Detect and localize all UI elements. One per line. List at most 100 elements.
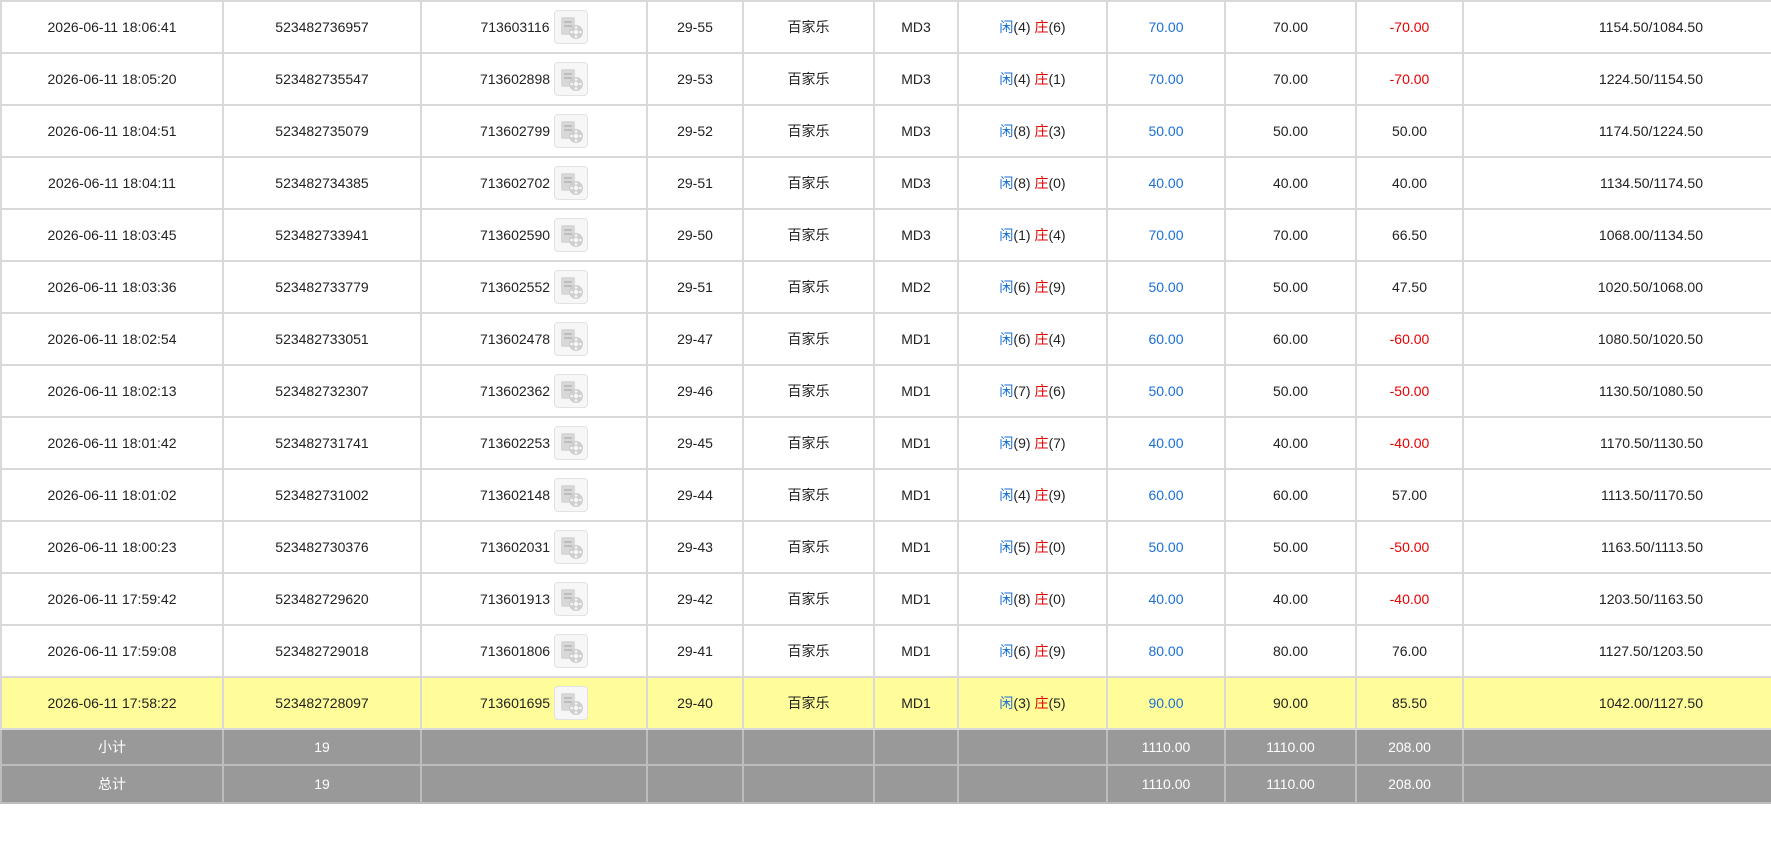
valid-bet: 60.00 (1224, 468, 1357, 522)
banker-points: (5) (1048, 695, 1066, 711)
win-loss: 57.00 (1355, 468, 1464, 522)
valid-bet: 70.00 (1224, 52, 1357, 106)
total-label: 总计 (0, 764, 224, 804)
result-cell: 闲(7) 庄(6) (957, 364, 1108, 418)
balance-before-after: 1154.50/1084.50 (1462, 0, 1771, 54)
player-points: (4) (1013, 19, 1031, 35)
subtotal-label: 小计 (0, 728, 224, 766)
bet-records-body: 2026-06-11 18:06:41 523482736957 713603116… (0, 0, 1771, 804)
bet-amount: 40.00 (1106, 156, 1226, 210)
bet-time: 2026-06-11 18:05:20 (0, 52, 224, 106)
result-cell: 闲(8) 庄(3) (957, 104, 1108, 158)
player-points: (8) (1013, 123, 1031, 139)
round-id: 713602702 (479, 175, 551, 191)
video-replay-icon[interactable] (554, 530, 589, 564)
room-code: MD1 (873, 364, 959, 418)
video-replay-icon[interactable] (554, 374, 589, 408)
player-label: 闲 (999, 331, 1014, 347)
round-id: 713603116 (480, 19, 550, 35)
video-replay-icon[interactable] (554, 322, 589, 356)
game-type: 百家乐 (742, 104, 875, 158)
table-number: 29-41 (646, 624, 744, 678)
banker-label: 庄 (1034, 331, 1049, 347)
room-code: MD2 (873, 260, 959, 314)
bet-records-table: 2026-06-11 18:06:41 523482736957 713603116… (0, 0, 1771, 804)
video-replay-icon[interactable] (554, 686, 589, 720)
valid-bet: 40.00 (1224, 572, 1357, 626)
room-code: MD3 (873, 0, 959, 54)
balance-before-after: 1224.50/1154.50 (1462, 52, 1771, 106)
bet-time: 2026-06-11 18:02:54 (0, 312, 224, 366)
round-id-cell: 713602552 (420, 260, 648, 314)
video-replay-icon[interactable] (554, 426, 589, 460)
bet-amount: 70.00 (1106, 208, 1226, 262)
video-replay-icon[interactable] (554, 114, 589, 148)
table-row: 2026-06-11 17:58:22 523482728097 713601695… (0, 676, 1771, 730)
room-code: MD3 (873, 104, 959, 158)
result-cell: 闲(6) 庄(9) (957, 260, 1108, 314)
total-win: 208.00 (1355, 764, 1464, 804)
video-replay-icon[interactable] (554, 478, 589, 512)
result-cell: 闲(4) 庄(6) (957, 0, 1108, 54)
game-type: 百家乐 (742, 312, 875, 366)
table-number: 29-55 (646, 0, 744, 54)
result-cell: 闲(8) 庄(0) (957, 572, 1108, 626)
video-replay-icon[interactable] (554, 62, 589, 96)
video-replay-icon[interactable] (554, 634, 589, 668)
bet-time: 2026-06-11 18:00:23 (0, 520, 224, 574)
video-replay-icon[interactable] (554, 166, 589, 200)
player-points: (5) (1013, 539, 1031, 555)
banker-label: 庄 (1034, 383, 1049, 399)
player-label: 闲 (999, 175, 1014, 191)
valid-bet: 40.00 (1224, 156, 1357, 210)
bet-time: 2026-06-11 17:59:08 (0, 624, 224, 678)
balance-before-after: 1163.50/1113.50 (1462, 520, 1771, 574)
banker-points: (0) (1048, 591, 1066, 607)
game-type: 百家乐 (742, 260, 875, 314)
table-number: 29-42 (646, 572, 744, 626)
bet-id: 523482728097 (222, 676, 422, 730)
valid-bet: 80.00 (1224, 624, 1357, 678)
bet-time: 2026-06-11 18:04:11 (0, 156, 224, 210)
banker-points: (7) (1048, 435, 1066, 451)
banker-points: (9) (1048, 643, 1066, 659)
game-type: 百家乐 (742, 156, 875, 210)
banker-label: 庄 (1034, 487, 1049, 503)
banker-label: 庄 (1034, 227, 1049, 243)
valid-bet: 70.00 (1224, 208, 1357, 262)
video-replay-icon[interactable] (554, 270, 589, 304)
bet-amount: 40.00 (1106, 572, 1226, 626)
video-replay-icon[interactable] (554, 218, 589, 252)
player-points: (6) (1013, 279, 1031, 295)
video-replay-icon[interactable] (553, 10, 588, 44)
valid-bet: 60.00 (1224, 312, 1357, 366)
game-type: 百家乐 (742, 0, 875, 54)
banker-points: (0) (1048, 539, 1066, 555)
video-replay-icon[interactable] (554, 582, 589, 616)
bet-id: 523482730376 (222, 520, 422, 574)
player-label: 闲 (999, 123, 1014, 139)
round-id: 713602898 (479, 71, 551, 87)
valid-bet: 90.00 (1224, 676, 1357, 730)
game-type: 百家乐 (742, 364, 875, 418)
table-row: 2026-06-11 18:06:41 523482736957 713603116… (0, 0, 1771, 54)
round-id-cell: 713601695 (420, 676, 648, 730)
round-id-cell: 713602478 (420, 312, 648, 366)
player-points: (4) (1013, 487, 1031, 503)
banker-label: 庄 (1034, 695, 1049, 711)
win-loss: -70.00 (1355, 52, 1464, 106)
bet-time: 2026-06-11 18:06:41 (0, 0, 224, 54)
result-cell: 闲(4) 庄(9) (957, 468, 1108, 522)
game-type: 百家乐 (742, 572, 875, 626)
table-number: 29-46 (646, 364, 744, 418)
win-loss: 66.50 (1355, 208, 1464, 262)
round-id-cell: 713602799 (420, 104, 648, 158)
result-cell: 闲(5) 庄(0) (957, 520, 1108, 574)
bet-time: 2026-06-11 18:03:45 (0, 208, 224, 262)
balance-before-after: 1068.00/1134.50 (1462, 208, 1771, 262)
win-loss: -40.00 (1355, 416, 1464, 470)
player-points: (3) (1013, 695, 1031, 711)
table-number: 29-40 (646, 676, 744, 730)
round-id-cell: 713603116 (420, 0, 648, 54)
bet-time: 2026-06-11 17:59:42 (0, 572, 224, 626)
